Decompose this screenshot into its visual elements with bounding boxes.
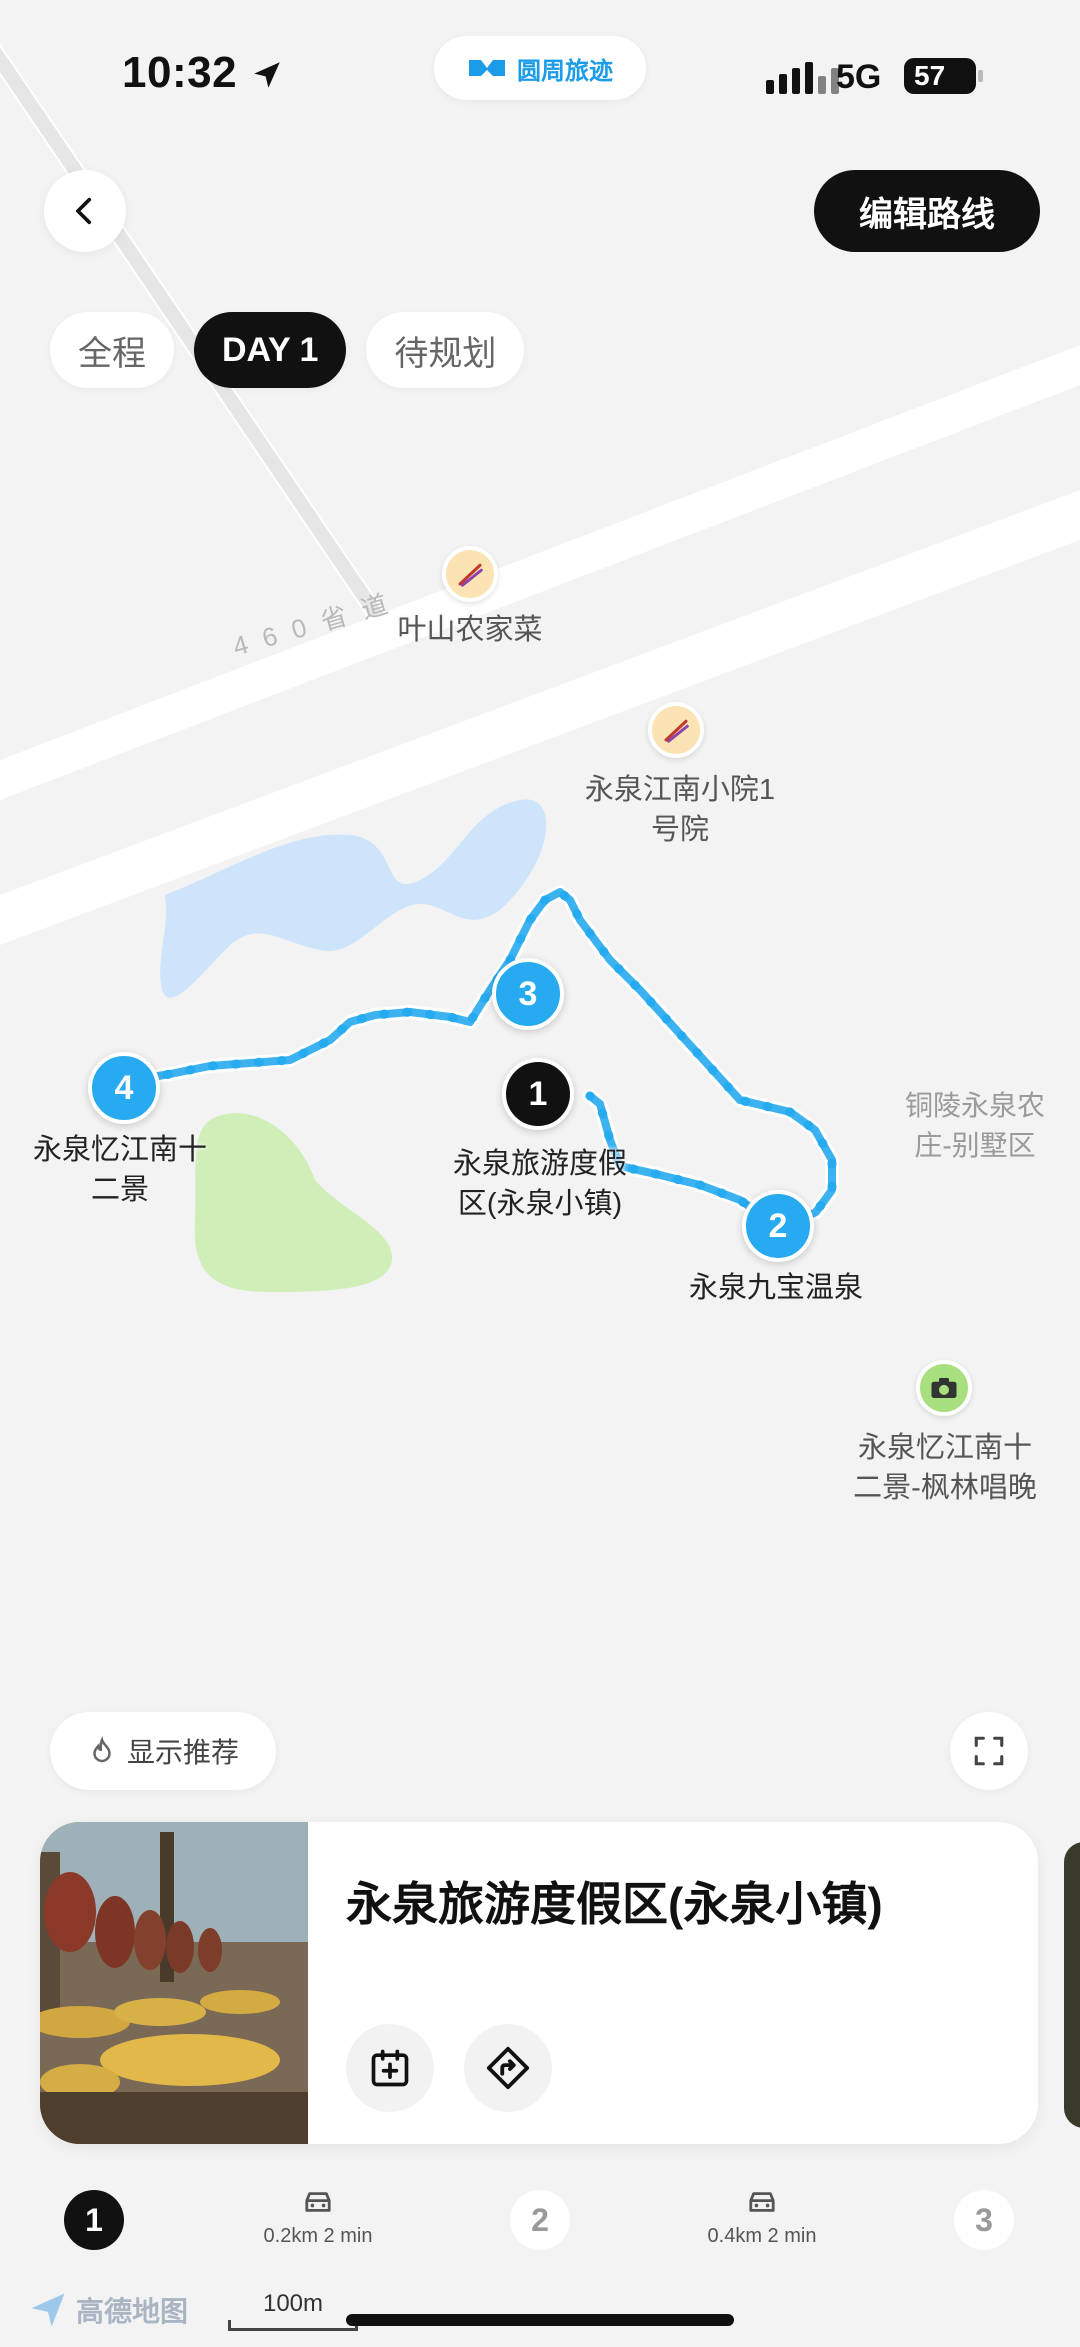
tab-unplanned[interactable]: 待规划 (366, 312, 525, 388)
app-indicator-pill[interactable]: 圆周旅迹 (434, 36, 646, 100)
place-photo (40, 1822, 308, 2144)
car-icon (305, 2192, 331, 2212)
place-card[interactable]: 永泉旅游度假区(永泉小镇) (40, 1822, 1038, 2144)
fullscreen-icon (974, 1736, 1004, 1766)
day-tabs: 全程 DAY 1 待规划 (50, 312, 525, 388)
stop-marker-3[interactable]: 3 (492, 958, 564, 1030)
app-logo-icon (469, 60, 505, 76)
route-segment-2[interactable]: 0.4km 2 min (672, 2188, 852, 2248)
stop-label-1: 永泉旅游度假 区(永泉小镇) (452, 1148, 627, 1220)
route-stop-2[interactable]: 2 (510, 2190, 570, 2250)
show-recommendations-button[interactable]: 显示推荐 (50, 1712, 276, 1790)
scale-bar: 100m (228, 2290, 358, 2331)
segment-distance-time: 0.2km 2 min (263, 2225, 373, 2247)
show-recommendations-label: 显示推荐 (126, 1737, 239, 1768)
navigate-button[interactable] (464, 2024, 552, 2112)
route-stop-1[interactable]: 1 (64, 2190, 124, 2250)
edit-route-button[interactable]: 编辑路线 (814, 170, 1040, 252)
tab-day-1[interactable]: DAY 1 (194, 312, 347, 388)
location-arrow-icon (254, 62, 280, 88)
network-type: 5G (836, 58, 882, 96)
battery-icon: 57 (904, 58, 983, 94)
next-card-peek[interactable] (1064, 1842, 1080, 2128)
chopsticks-icon (458, 563, 483, 587)
app-name: 圆周旅迹 (517, 57, 613, 85)
place-title: 永泉旅游度假区(永泉小镇) (346, 1878, 883, 1930)
chevron-left-icon (76, 197, 92, 225)
tab-all[interactable]: 全程 (50, 312, 174, 388)
add-to-schedule-button[interactable] (346, 2024, 434, 2112)
home-indicator[interactable] (346, 2314, 734, 2326)
restaurant-marker[interactable] (442, 546, 498, 602)
clock: 10:32 (122, 48, 238, 97)
route-segment-1[interactable]: 0.2km 2 min (228, 2188, 408, 2248)
battery-level: 57 (914, 60, 946, 91)
stop-marker-2[interactable]: 2 (742, 1190, 814, 1262)
restaurant-marker[interactable] (648, 702, 704, 758)
flame-icon (93, 1736, 111, 1763)
poi-label: 永泉忆江南十 二景-枫林唱晚 (853, 1432, 1037, 1504)
directions-icon (486, 2046, 530, 2090)
signal-icon (766, 60, 839, 94)
fullscreen-button[interactable] (950, 1712, 1028, 1790)
stop-label-4: 永泉忆江南十 二景 (32, 1134, 207, 1206)
status-bar: 10:32 圆周旅迹 5G 57 (0, 0, 1080, 150)
poi-label: 叶山农家菜 (397, 614, 543, 646)
route-stop-3[interactable]: 3 (954, 2190, 1014, 2250)
map-provider-name: 高德地图 (76, 2296, 189, 2327)
stop-marker-1[interactable]: 1 (502, 1058, 574, 1130)
amap-logo-icon (31, 2293, 65, 2327)
calendar-add-icon (371, 2049, 409, 2087)
map-provider-logo: 高德地图 (26, 2288, 188, 2332)
camera-icon (931, 1378, 957, 1398)
scale-label: 100m (262, 2290, 324, 2317)
stop-label-2: 永泉九宝温泉 (688, 1272, 863, 1304)
stop-marker-4[interactable]: 4 (88, 1052, 160, 1124)
car-icon (749, 2192, 775, 2212)
scenic-marker[interactable] (916, 1360, 972, 1416)
chopsticks-icon (664, 719, 689, 743)
poi-label: 永泉江南小院1 号院 (584, 774, 776, 846)
area-label: 铜陵永泉农 庄-别墅区 (904, 1090, 1045, 1161)
segment-distance-time: 0.4km 2 min (707, 2225, 817, 2247)
back-button[interactable] (44, 170, 126, 252)
